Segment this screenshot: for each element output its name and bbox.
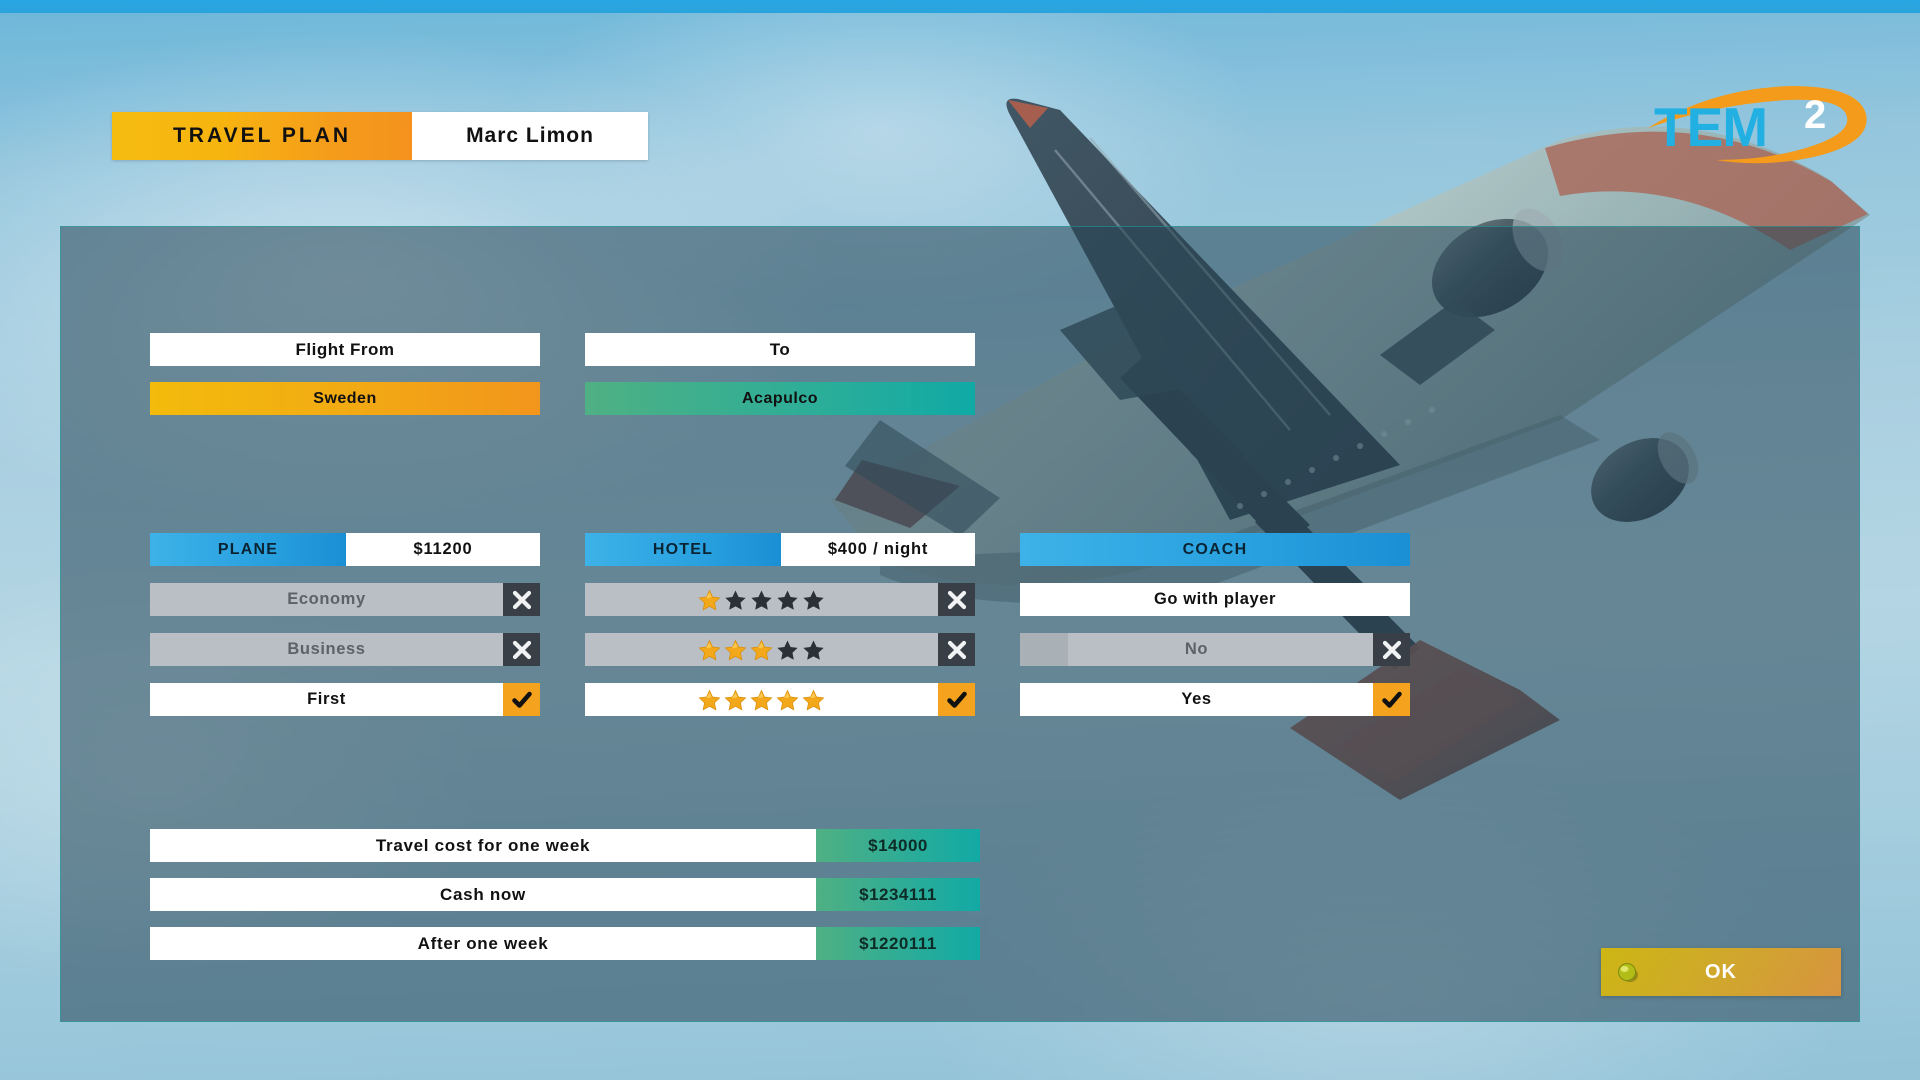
ok-button[interactable]: OK <box>1601 948 1841 996</box>
ok-button-label: OK <box>1705 960 1737 983</box>
plane-price: $11200 <box>346 533 540 566</box>
deselect-button[interactable] <box>938 583 975 616</box>
plane-option-label: First <box>150 683 503 716</box>
plane-group: PLANE $11200 Economy Business First <box>150 533 540 716</box>
flight-from-label: Flight From <box>150 333 540 366</box>
summary-value: $1234111 <box>816 878 980 911</box>
flight-from-value[interactable]: Sweden <box>150 382 540 415</box>
coach-option-yes[interactable]: Yes <box>1020 683 1410 716</box>
coach-tag: COACH <box>1020 533 1410 566</box>
summary-value: $14000 <box>816 829 980 862</box>
summary-row: After one week $1220111 <box>150 927 980 960</box>
hotel-option-rating <box>585 633 938 666</box>
coach-option-label: No <box>1020 633 1373 666</box>
plane-header: PLANE $11200 <box>150 533 540 566</box>
select-button[interactable] <box>503 683 540 716</box>
summary-value: $1220111 <box>816 927 980 960</box>
plane-option-label: Economy <box>150 583 503 616</box>
flight-to-label: To <box>585 333 975 366</box>
page-title: TRAVEL PLAN <box>112 112 412 160</box>
plane-option-label: Business <box>150 633 503 666</box>
coach-question: Go with player <box>1020 583 1410 616</box>
deselect-button[interactable] <box>503 633 540 666</box>
options-section: PLANE $11200 Economy Business First HOTE… <box>150 533 1410 716</box>
top-accent-strip <box>0 0 1920 13</box>
select-button[interactable] <box>1373 683 1410 716</box>
flight-to-value[interactable]: Acapulco <box>585 382 975 415</box>
flight-from-column: Flight From Sweden <box>150 333 540 415</box>
deselect-button[interactable] <box>1373 633 1410 666</box>
hotel-option-rating <box>585 683 938 716</box>
select-button[interactable] <box>938 683 975 716</box>
coach-question-row: Go with player <box>1020 583 1410 616</box>
logo-superscript: 2 <box>1804 93 1826 137</box>
hotel-option-3star[interactable] <box>585 633 975 666</box>
summary-label: After one week <box>150 927 816 960</box>
coach-group: COACH Go with player No Yes <box>1020 533 1410 716</box>
plane-option-first[interactable]: First <box>150 683 540 716</box>
star-rating <box>698 589 825 611</box>
star-rating <box>698 689 825 711</box>
game-screen: TEM 2 TRAVEL PLAN Marc Limon Flight From… <box>0 0 1920 1080</box>
hotel-tag: HOTEL <box>585 533 781 566</box>
deselect-button[interactable] <box>503 583 540 616</box>
hotel-price: $400 / night <box>781 533 975 566</box>
hotel-option-1star[interactable] <box>585 583 975 616</box>
tem2-logo: TEM 2 <box>1642 80 1872 170</box>
summary-label: Cash now <box>150 878 816 911</box>
summary-row: Travel cost for one week $14000 <box>150 829 980 862</box>
plane-option-economy[interactable]: Economy <box>150 583 540 616</box>
coach-option-label: Yes <box>1020 683 1373 716</box>
summary-label: Travel cost for one week <box>150 829 816 862</box>
player-name: Marc Limon <box>412 112 648 160</box>
hotel-header: HOTEL $400 / night <box>585 533 975 566</box>
plane-option-business[interactable]: Business <box>150 633 540 666</box>
coach-header: COACH <box>1020 533 1410 566</box>
hotel-group: HOTEL $400 / night <box>585 533 975 716</box>
flight-route-section: Flight From Sweden To Acapulco <box>150 333 975 415</box>
orb-icon <box>1617 962 1639 983</box>
header-bar: TRAVEL PLAN Marc Limon <box>112 112 648 160</box>
summary-row: Cash now $1234111 <box>150 878 980 911</box>
star-rating <box>698 639 825 661</box>
flight-to-column: To Acapulco <box>585 333 975 415</box>
row-shade <box>1020 633 1068 666</box>
logo-text: TEM <box>1654 96 1767 158</box>
hotel-option-rating <box>585 583 938 616</box>
coach-option-no[interactable]: No <box>1020 630 1410 669</box>
cost-summary-section: Travel cost for one week $14000 Cash now… <box>150 829 980 976</box>
deselect-button[interactable] <box>938 633 975 666</box>
hotel-option-5star[interactable] <box>585 683 975 716</box>
plane-tag: PLANE <box>150 533 346 566</box>
